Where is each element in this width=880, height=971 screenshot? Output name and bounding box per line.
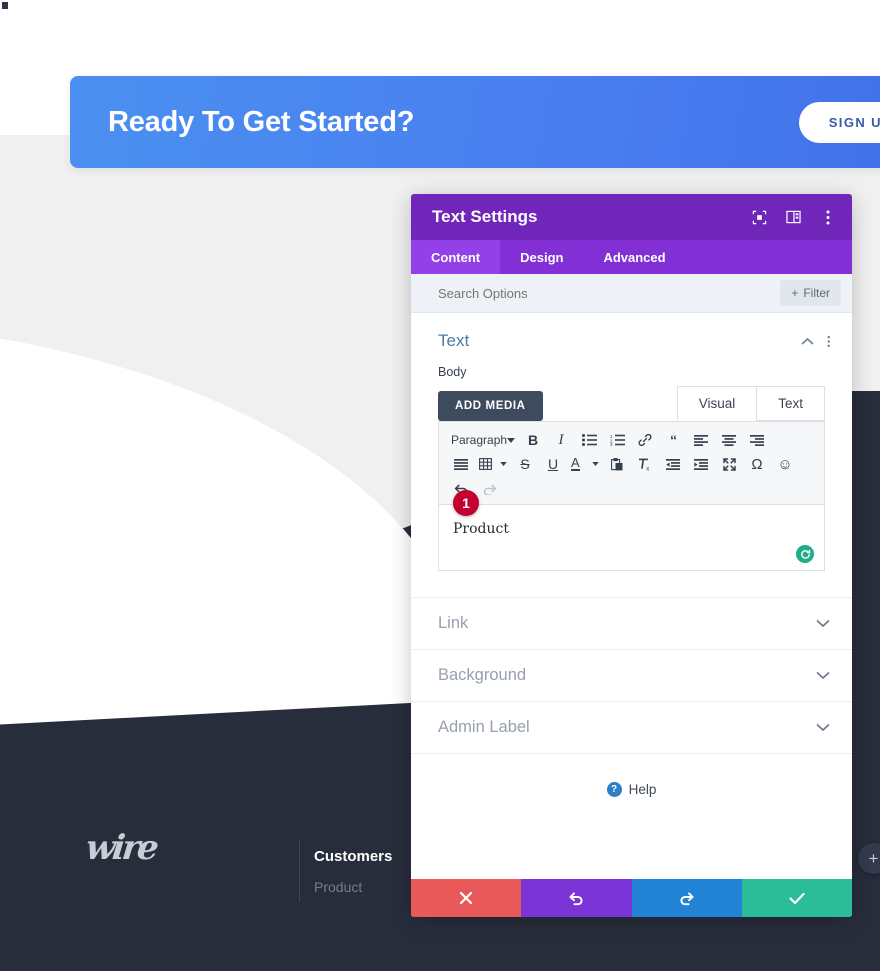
chevron-down-icon bbox=[507, 437, 515, 443]
plus-icon: + bbox=[791, 286, 799, 300]
editor-tab-text[interactable]: Text bbox=[757, 386, 825, 421]
align-right-icon[interactable] bbox=[743, 428, 771, 452]
section-title: Text bbox=[438, 331, 470, 350]
sign-up-button[interactable]: SIGN UP bbox=[798, 101, 880, 143]
toolbar-row-3 bbox=[447, 476, 816, 500]
text-color-icon[interactable]: A bbox=[567, 452, 603, 476]
editor-content-text: Product bbox=[453, 521, 509, 537]
cta-title: Ready To Get Started? bbox=[108, 105, 415, 138]
fullscreen-icon[interactable] bbox=[715, 452, 743, 476]
align-left-icon[interactable] bbox=[687, 428, 715, 452]
cancel-button[interactable] bbox=[411, 879, 522, 917]
help-label: Help bbox=[628, 782, 657, 797]
tab-advanced[interactable]: Advanced bbox=[583, 240, 685, 274]
editor-tab-visual[interactable]: Visual bbox=[676, 386, 758, 421]
svg-text:T: T bbox=[617, 465, 620, 471]
toolbar-row-1: Paragraph B I 123 “ bbox=[447, 428, 816, 452]
option-accordions: Link Background Admin Label bbox=[411, 597, 852, 754]
tab-design[interactable]: Design bbox=[500, 240, 583, 274]
special-character-icon[interactable]: Ω bbox=[743, 452, 771, 476]
save-button[interactable] bbox=[741, 879, 852, 917]
chevron-down-icon bbox=[500, 462, 507, 466]
modal-header: Text Settings bbox=[411, 194, 852, 240]
vertical-dots-icon[interactable] bbox=[819, 209, 836, 226]
table-icon[interactable] bbox=[475, 452, 511, 476]
toolbar-row-2: S U A T x Ω ☺ bbox=[447, 452, 816, 476]
checkmark-icon bbox=[789, 892, 805, 904]
modal-body: Text Body ADD MEDIA Visual Text Paragrap… bbox=[411, 313, 852, 879]
footer-link-product[interactable]: Product bbox=[314, 879, 392, 895]
filter-button[interactable]: + Filter bbox=[780, 280, 841, 306]
redo-icon bbox=[475, 476, 503, 500]
align-center-icon[interactable] bbox=[715, 428, 743, 452]
chevron-down-icon bbox=[816, 723, 830, 732]
numbered-list-icon[interactable]: 123 bbox=[603, 428, 631, 452]
panel-layout-icon[interactable] bbox=[785, 209, 802, 226]
close-x-icon bbox=[460, 891, 473, 905]
body-editor: ADD MEDIA Visual Text Paragraph B I 1 2 … bbox=[411, 386, 852, 571]
editor-topbar: ADD MEDIA Visual Text bbox=[438, 386, 825, 421]
accordion-background[interactable]: Background bbox=[411, 650, 852, 702]
search-input[interactable] bbox=[438, 285, 781, 301]
paragraph-format-label: Paragraph bbox=[451, 433, 508, 447]
italic-icon[interactable]: I bbox=[547, 428, 575, 452]
align-justify-icon[interactable] bbox=[447, 452, 475, 476]
accordion-admin-label-label: Admin Label bbox=[438, 718, 530, 736]
field-label-body: Body bbox=[438, 365, 467, 379]
focus-target-icon[interactable] bbox=[751, 209, 768, 226]
accordion-link-label: Link bbox=[438, 614, 469, 632]
help-row[interactable]: ? Help bbox=[411, 754, 852, 797]
undo-button[interactable] bbox=[521, 879, 632, 917]
section-header-text[interactable]: Text bbox=[411, 313, 852, 361]
section-actions bbox=[800, 335, 831, 348]
search-options-row: + Filter bbox=[411, 274, 852, 313]
question-circle-icon: ? bbox=[606, 782, 622, 797]
footer-column-heading: Customers bbox=[314, 848, 393, 865]
tab-content[interactable]: Content bbox=[411, 240, 501, 274]
page-root: Ready To Get Started? SIGN UP wire Custo… bbox=[0, 0, 880, 971]
bold-icon[interactable]: B bbox=[519, 428, 547, 452]
modal-tabs: Content Design Advanced bbox=[411, 240, 852, 274]
svg-text:x: x bbox=[646, 466, 649, 471]
chevron-down-icon bbox=[816, 671, 830, 680]
modal-header-actions bbox=[751, 209, 836, 226]
modal-footer-actions bbox=[411, 879, 852, 917]
undo-arrow-icon bbox=[569, 891, 583, 905]
filter-button-label: Filter bbox=[803, 286, 830, 300]
outdent-icon[interactable] bbox=[659, 452, 687, 476]
paragraph-format-select[interactable]: Paragraph bbox=[447, 428, 519, 452]
redo-arrow-icon bbox=[680, 891, 694, 905]
accordion-background-label: Background bbox=[438, 666, 527, 684]
paste-as-text-icon[interactable]: T bbox=[603, 452, 631, 476]
blockquote-icon[interactable]: “ bbox=[659, 428, 687, 452]
clear-formatting-icon[interactable]: x bbox=[631, 452, 659, 476]
editor-toolbar: Paragraph B I 123 “ S U A T x Ω ☺ bbox=[438, 421, 825, 505]
refresh-circle-icon[interactable] bbox=[796, 545, 814, 563]
body-content-editor[interactable]: 1 Product bbox=[438, 490, 825, 571]
footer-column-customers: Customers Product bbox=[314, 848, 392, 895]
editor-mode-tabs: Visual Text bbox=[676, 386, 825, 421]
section-more-vertical-dots-icon[interactable] bbox=[827, 335, 831, 348]
link-icon[interactable] bbox=[631, 428, 659, 452]
add-media-button[interactable]: ADD MEDIA bbox=[438, 391, 543, 421]
accordion-admin-label[interactable]: Admin Label bbox=[411, 702, 852, 754]
chevron-down-icon bbox=[592, 462, 599, 466]
indent-icon[interactable] bbox=[687, 452, 715, 476]
strikethrough-icon[interactable]: S bbox=[511, 452, 539, 476]
redo-button[interactable] bbox=[631, 879, 742, 917]
underline-icon[interactable]: U bbox=[539, 452, 567, 476]
chevron-up-icon[interactable] bbox=[800, 337, 814, 346]
corner-artifact bbox=[2, 2, 8, 9]
bullet-list-icon[interactable] bbox=[575, 428, 603, 452]
cta-banner: Ready To Get Started? SIGN UP bbox=[70, 76, 880, 168]
text-settings-modal: Text Settings Content Design Advanced Se… bbox=[411, 194, 852, 917]
emoji-icon[interactable]: ☺ bbox=[771, 452, 799, 476]
accordion-link[interactable]: Link bbox=[411, 598, 852, 650]
chevron-down-icon bbox=[816, 619, 830, 628]
footer-divider bbox=[299, 840, 300, 902]
modal-title: Text Settings bbox=[432, 207, 538, 226]
footer-logo: wire bbox=[83, 828, 158, 868]
svg-text:3: 3 bbox=[610, 442, 613, 446]
step-badge-1: 1 bbox=[453, 490, 479, 516]
